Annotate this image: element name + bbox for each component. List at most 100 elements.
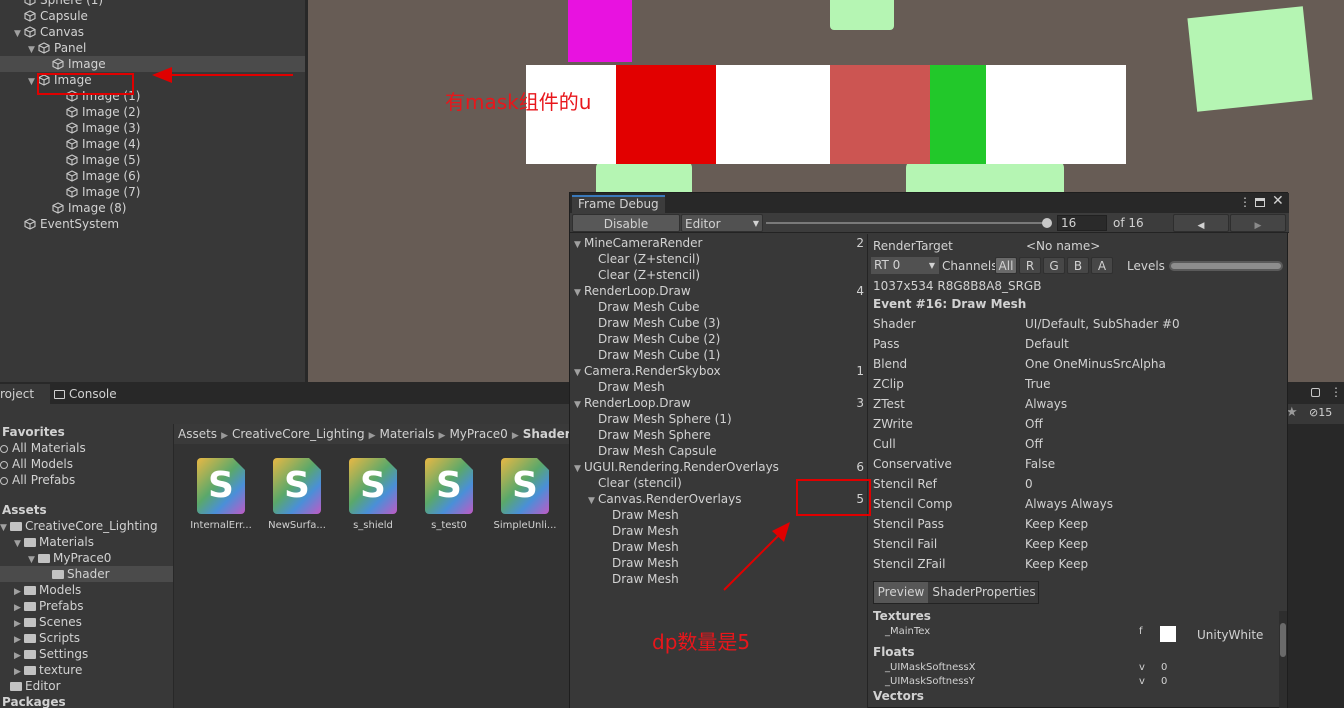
favorites-row[interactable]: Favorites xyxy=(0,424,173,440)
folder-label: Scripts xyxy=(39,631,81,645)
folder-item[interactable]: ▶ Settings xyxy=(0,646,173,662)
folder-item[interactable]: ▼ CreativeCore_Lighting xyxy=(0,518,173,534)
event-item[interactable]: Draw Mesh xyxy=(570,523,868,539)
folder-item[interactable]: ▶ Prefabs xyxy=(0,598,173,614)
hierarchy-item[interactable]: Capsule xyxy=(0,8,305,24)
event-item[interactable]: ▼ Camera.RenderSkybox 1 xyxy=(570,363,868,379)
asset-shader[interactable]: S NewSurfa... xyxy=(261,458,333,531)
favorite-item[interactable]: All Materials xyxy=(0,440,173,456)
event-item[interactable]: Draw Mesh xyxy=(570,539,868,555)
maximize-icon[interactable] xyxy=(1255,198,1265,207)
folder-item[interactable]: ▶ texture xyxy=(0,662,173,678)
event-item[interactable]: Draw Mesh Cube xyxy=(570,299,868,315)
more-menu-icon[interactable]: ⋮ xyxy=(1330,385,1342,399)
tab-project[interactable]: roject xyxy=(0,384,50,404)
prev-frame-button[interactable]: ◀ xyxy=(1173,214,1229,232)
event-item[interactable]: Draw Mesh Cube (2) xyxy=(570,331,868,347)
project-folder-tree: Favorites All Materials All Models All Pref… xyxy=(0,424,173,708)
properties-scrollbar[interactable] xyxy=(1279,611,1287,708)
event-item[interactable]: Clear (Z+stencil) xyxy=(570,251,868,267)
target-select[interactable]: Editor ▼ xyxy=(681,214,763,232)
hierarchy-item[interactable]: Image (5) xyxy=(0,152,305,168)
frame-number-input[interactable]: 16 xyxy=(1057,215,1107,231)
shader-icon: S xyxy=(197,458,245,514)
assets-header: Assets xyxy=(2,503,47,517)
magenta-object xyxy=(568,0,632,62)
asset-label: s_shield xyxy=(353,520,393,531)
event-item[interactable]: Draw Mesh Sphere (1) xyxy=(570,411,868,427)
asset-shader[interactable]: Ss_shield xyxy=(337,458,409,531)
hierarchy-item[interactable]: Image (8) xyxy=(0,200,305,216)
breadcrumb-item[interactable]: Shader xyxy=(523,427,571,441)
hierarchy-item[interactable]: EventSystem xyxy=(0,216,305,232)
hierarchy-item[interactable]: ▼ Canvas xyxy=(0,24,305,40)
folder-item[interactable]: ▼ Materials xyxy=(0,534,173,550)
event-item[interactable]: ▼ RenderLoop.Draw 4 xyxy=(570,283,868,299)
folder-item[interactable]: Editor xyxy=(0,678,173,694)
event-item[interactable]: ▼ UGUI.Rendering.RenderOverlays 6 xyxy=(570,459,868,475)
tab-frame-debug[interactable]: Frame Debug xyxy=(572,195,665,213)
breadcrumb-item[interactable]: CreativeCore_Lighting xyxy=(232,427,365,441)
event-item[interactable]: ▼ MineCameraRender 2 xyxy=(570,235,868,251)
tab-shader-properties[interactable]: ShaderProperties xyxy=(930,582,1038,603)
event-details: RenderTarget <No name> RT 0 ▼ Channels Al… xyxy=(869,234,1289,708)
event-item[interactable]: Draw Mesh xyxy=(570,379,868,395)
state-key: Cull xyxy=(873,437,896,451)
hierarchy-item[interactable]: Image (3) xyxy=(0,120,305,136)
packages-row[interactable]: Packages xyxy=(0,694,173,708)
hierarchy-item[interactable]: Sphere (1) xyxy=(0,0,305,8)
hierarchy-item[interactable]: Image (6) xyxy=(0,168,305,184)
event-item[interactable]: Draw Mesh Sphere xyxy=(570,427,868,443)
assets-row[interactable]: Assets xyxy=(0,502,173,518)
folder-item[interactable]: ▶ Scenes xyxy=(0,614,173,630)
event-label: Draw Mesh Cube (1) xyxy=(598,348,721,362)
lock-icon[interactable] xyxy=(1311,388,1320,397)
event-item[interactable]: ▼ RenderLoop.Draw 3 xyxy=(570,395,868,411)
annotation-mask-text: 有mask组件的u xyxy=(445,90,592,114)
window-menu-icon[interactable]: ⋮ xyxy=(1239,195,1251,209)
asset-shader[interactable]: S SimpleUnli... xyxy=(489,458,561,531)
folder-item[interactable]: ▼ MyPrace0 xyxy=(0,550,173,566)
float-value: 0 xyxy=(1161,676,1168,687)
hierarchy-item[interactable]: ▼ Panel xyxy=(0,40,305,56)
breadcrumb-item[interactable]: Materials xyxy=(380,427,435,441)
channel-button[interactable]: B xyxy=(1067,257,1089,274)
hierarchy-item[interactable]: Image (2) xyxy=(0,104,305,120)
tab-console[interactable]: Console xyxy=(54,384,117,404)
hidden-packages-toggle[interactable]: ⊘15 xyxy=(1309,406,1332,419)
event-item[interactable]: Draw Mesh xyxy=(570,555,868,571)
channel-button[interactable]: All xyxy=(995,257,1017,274)
folder-item[interactable]: ▶ Models xyxy=(0,582,173,598)
frame-slider-thumb[interactable] xyxy=(1042,218,1052,228)
gameobject-icon xyxy=(66,122,78,134)
disable-button[interactable]: Disable xyxy=(572,214,680,232)
event-item[interactable]: Draw Mesh xyxy=(570,571,868,587)
favorite-item[interactable]: All Prefabs xyxy=(0,472,173,488)
tab-preview[interactable]: Preview xyxy=(874,582,928,603)
event-item[interactable]: Draw Mesh Cube (1) xyxy=(570,347,868,363)
channel-button[interactable]: G xyxy=(1043,257,1065,274)
channel-button[interactable]: R xyxy=(1019,257,1041,274)
favorite-item[interactable]: All Models xyxy=(0,456,173,472)
frame-slider-track[interactable] xyxy=(766,222,1048,224)
hierarchy-item[interactable]: Image (7) xyxy=(0,184,305,200)
next-frame-button[interactable]: ▶ xyxy=(1230,214,1286,232)
folder-icon xyxy=(24,666,36,675)
folder-item[interactable]: ▶ Scripts xyxy=(0,630,173,646)
channel-button[interactable]: A xyxy=(1091,257,1113,274)
asset-shader[interactable]: S InternalErr... xyxy=(185,458,257,531)
event-item[interactable]: Clear (Z+stencil) xyxy=(570,267,868,283)
rt-select[interactable]: RT 0 ▼ xyxy=(871,257,939,274)
folder-item[interactable]: Shader xyxy=(0,566,173,582)
scrollbar-thumb[interactable] xyxy=(1280,623,1286,657)
main-tex-swatch[interactable] xyxy=(1160,626,1176,642)
levels-slider[interactable] xyxy=(1169,261,1283,271)
close-icon[interactable]: ✕ xyxy=(1272,193,1284,209)
event-item[interactable]: Draw Mesh Cube (3) xyxy=(570,315,868,331)
event-item[interactable]: Draw Mesh Capsule xyxy=(570,443,868,459)
asset-shader[interactable]: Ss_test0 xyxy=(413,458,485,531)
hierarchy-item-label: Image (3) xyxy=(82,121,141,135)
breadcrumb-item[interactable]: Assets xyxy=(178,427,217,441)
breadcrumb-item[interactable]: MyPrace0 xyxy=(449,427,507,441)
hierarchy-item[interactable]: Image (4) xyxy=(0,136,305,152)
